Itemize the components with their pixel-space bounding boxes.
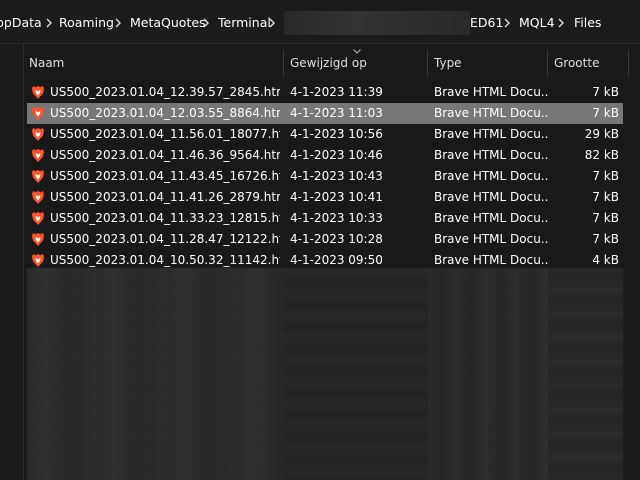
file-name: US500_2023.01.04_12.03.55_8864.html <box>50 106 280 120</box>
file-row[interactable]: US500_2023.01.04_11.28.47_12122.html 4-1-… <box>27 229 623 250</box>
file-name: US500_2023.01.04_11.46.36_9564.html <box>50 148 280 162</box>
file-size: 7 kB <box>592 106 619 120</box>
redacted-path-segment <box>284 11 470 35</box>
blurred-region <box>428 268 548 480</box>
file-size: 7 kB <box>592 232 619 246</box>
file-row[interactable]: US500_2023.01.04_12.39.57_2845.html 4-1-2… <box>27 82 623 103</box>
file-name: US500_2023.01.04_11.41.26_2879.html <box>50 190 280 204</box>
chevron-right-icon[interactable] <box>201 15 211 31</box>
file-date: 4-1-2023 10:41 <box>290 190 383 204</box>
brave-html-file-icon <box>31 232 45 247</box>
chevron-right-icon[interactable] <box>502 15 512 31</box>
file-name: US500_2023.01.04_11.56.01_18077.html <box>50 127 280 141</box>
column-header-bar: Naam Gewijzigd op Type Grootte <box>25 45 640 81</box>
column-header-name[interactable]: Naam <box>25 45 283 81</box>
breadcrumb-item-files[interactable]: Files <box>574 14 601 32</box>
address-bar[interactable]: ppData Roaming MetaQuotes Terminal ED61 … <box>0 0 640 44</box>
file-type: Brave HTML Docu... <box>434 232 549 246</box>
chevron-right-icon[interactable] <box>44 15 54 31</box>
file-date: 4-1-2023 10:28 <box>290 232 383 246</box>
file-row[interactable]: US500_2023.01.04_11.56.01_18077.html 4-1-… <box>27 124 623 145</box>
file-row[interactable]: US500_2023.01.04_11.46.36_9564.html 4-1-2… <box>27 145 623 166</box>
file-row[interactable]: US500_2023.01.04_11.43.45_16726.html 4-1-… <box>27 166 623 187</box>
file-date: 4-1-2023 10:43 <box>290 169 383 183</box>
file-date: 4-1-2023 10:56 <box>290 127 383 141</box>
file-name: US500_2023.01.04_12.39.57_2845.html <box>50 85 280 99</box>
file-name: US500_2023.01.04_11.33.23_12815.html <box>50 211 280 225</box>
brave-html-file-icon <box>31 85 45 100</box>
column-divider[interactable] <box>283 50 284 76</box>
file-type: Brave HTML Docu... <box>434 148 549 162</box>
file-type: Brave HTML Docu... <box>434 190 549 204</box>
file-date: 4-1-2023 10:46 <box>290 148 383 162</box>
breadcrumb-item-metaquotes[interactable]: MetaQuotes <box>130 14 206 32</box>
file-row[interactable]: US500_2023.01.04_12.03.55_8864.html 4-1-2… <box>27 103 623 124</box>
chevron-right-icon[interactable] <box>113 15 123 31</box>
chevron-right-icon[interactable] <box>556 15 566 31</box>
breadcrumb-item-appdata[interactable]: ppData <box>0 14 42 32</box>
file-name: US500_2023.01.04_11.43.45_16726.html <box>50 169 280 183</box>
brave-html-file-icon <box>31 148 45 163</box>
brave-html-file-icon <box>31 211 45 226</box>
column-divider[interactable] <box>547 50 548 76</box>
file-type: Brave HTML Docu... <box>434 85 549 99</box>
breadcrumb-item-mql4[interactable]: MQL4 <box>519 14 555 32</box>
column-divider[interactable] <box>628 50 629 76</box>
blurred-region <box>27 268 283 480</box>
file-date: 4-1-2023 10:33 <box>290 211 383 225</box>
brave-html-file-icon <box>31 253 45 268</box>
file-size: 7 kB <box>592 169 619 183</box>
file-date: 4-1-2023 11:03 <box>290 106 383 120</box>
file-size: 82 kB <box>584 148 619 162</box>
column-header-type[interactable]: Type <box>430 45 550 81</box>
breadcrumb-item-terminal-id[interactable]: ED61 <box>470 14 503 32</box>
column-divider[interactable] <box>427 50 428 76</box>
brave-html-file-icon <box>31 106 45 121</box>
file-row[interactable]: US500_2023.01.04_11.33.23_12815.html 4-1-… <box>27 208 623 229</box>
brave-html-file-icon <box>31 169 45 184</box>
file-type: Brave HTML Docu... <box>434 211 549 225</box>
file-name: US500_2023.01.04_11.28.47_12122.html <box>50 232 280 246</box>
brave-html-file-icon <box>31 190 45 205</box>
file-date: 4-1-2023 11:39 <box>290 85 383 99</box>
blurred-region <box>548 268 623 480</box>
file-row[interactable]: US500_2023.01.04_11.41.26_2879.html 4-1-2… <box>27 187 623 208</box>
file-type: Brave HTML Docu... <box>434 169 549 183</box>
breadcrumb-item-roaming[interactable]: Roaming <box>59 14 114 32</box>
file-size: 7 kB <box>592 190 619 204</box>
sort-descending-icon <box>353 49 361 54</box>
brave-html-file-icon <box>31 127 45 142</box>
blurred-region <box>283 268 428 480</box>
navigation-pane[interactable] <box>0 44 24 480</box>
file-size: 7 kB <box>592 211 619 225</box>
file-type: Brave HTML Docu... <box>434 106 549 120</box>
file-size: 29 kB <box>584 127 619 141</box>
breadcrumb-item-terminal[interactable]: Terminal <box>218 14 271 32</box>
column-header-size[interactable]: Grootte <box>550 45 630 81</box>
file-size: 7 kB <box>592 85 619 99</box>
chevron-right-icon[interactable] <box>267 15 277 31</box>
file-type: Brave HTML Docu... <box>434 127 549 141</box>
